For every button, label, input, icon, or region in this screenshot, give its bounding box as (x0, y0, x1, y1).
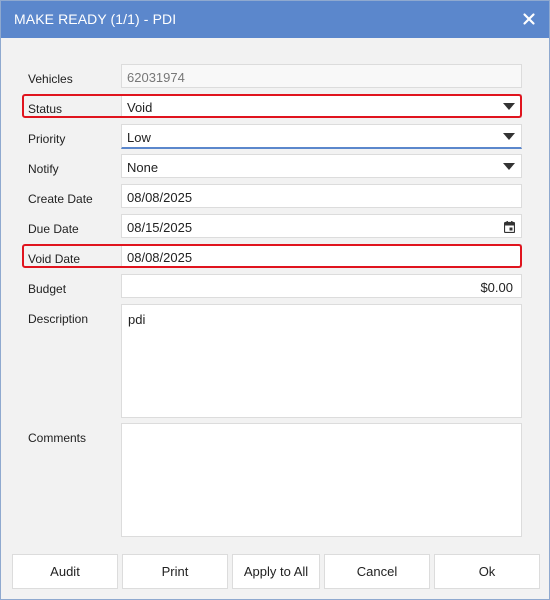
description-textarea[interactable]: pdi (121, 304, 522, 418)
create-date-input[interactable]: 08/08/2025 (121, 184, 522, 208)
vehicles-field: 62031974 (121, 64, 522, 88)
vehicles-label: Vehicles (28, 72, 73, 86)
notify-label: Notify (28, 162, 59, 176)
create-date-label: Create Date (28, 192, 93, 206)
apply-to-all-button[interactable]: Apply to All (232, 554, 320, 589)
status-highlight-box (22, 94, 522, 118)
chevron-down-icon (503, 163, 515, 170)
create-date-value: 08/08/2025 (127, 190, 193, 205)
close-button[interactable] (519, 9, 539, 29)
notify-select[interactable]: None (121, 154, 522, 178)
ok-button[interactable]: Ok (434, 554, 540, 589)
due-date-label: Due Date (28, 222, 79, 236)
budget-input[interactable]: $0.00 (121, 274, 522, 298)
notify-value: None (127, 160, 159, 175)
due-date-value: 08/15/2025 (127, 220, 193, 235)
audit-button[interactable]: Audit (12, 554, 118, 589)
priority-select[interactable]: Low (121, 124, 522, 149)
close-icon (523, 13, 535, 25)
calendar-icon[interactable] (504, 221, 515, 233)
void-date-highlight-box (22, 244, 522, 268)
budget-label: Budget (28, 282, 67, 296)
comments-textarea[interactable] (121, 423, 522, 537)
chevron-down-icon (503, 133, 515, 140)
comments-label: Comments (28, 431, 87, 445)
print-button[interactable]: Print (122, 554, 228, 589)
priority-label: Priority (28, 132, 66, 146)
due-date-input[interactable]: 08/15/2025 (121, 214, 522, 238)
title-bar: MAKE READY (1/1) - PDI (1, 1, 549, 38)
vehicles-value: 62031974 (127, 70, 185, 85)
cancel-button[interactable]: Cancel (324, 554, 430, 589)
make-ready-dialog: MAKE READY (1/1) - PDI Vehicles 62031974… (0, 0, 550, 600)
window-title: MAKE READY (1/1) - PDI (14, 11, 177, 27)
description-value: pdi (128, 312, 146, 327)
description-label: Description (28, 312, 89, 326)
priority-value: Low (127, 130, 151, 145)
budget-value: $0.00 (480, 280, 513, 295)
